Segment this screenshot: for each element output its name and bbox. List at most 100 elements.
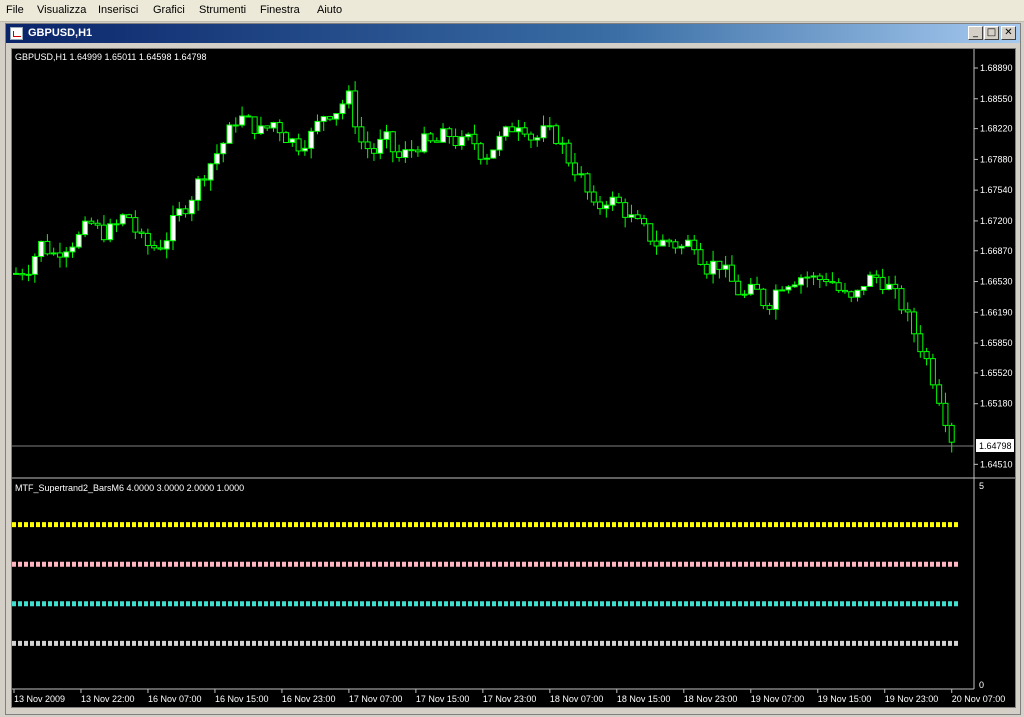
menu-strumenti[interactable]: Strumenti [199, 4, 246, 16]
chart-canvas[interactable]: 1.68890 1.68550 1.68220 1.67880 1.67540 1.672… [12, 49, 1015, 707]
candle-body [917, 333, 924, 353]
title-bar[interactable]: GBPUSD,H1 _ □ ✕ [6, 24, 1020, 43]
candle-body [207, 163, 214, 181]
time-tick-label: 17 Nov 23:00 [483, 694, 537, 704]
candle-body [320, 116, 327, 122]
maximize-button[interactable]: □ [984, 26, 999, 40]
candle-body [402, 149, 409, 158]
candle-body [389, 131, 396, 153]
candle-body [182, 208, 189, 215]
candle-body [414, 149, 421, 153]
candle-body [735, 280, 742, 296]
candle-body [728, 264, 735, 282]
candle-body [25, 273, 32, 276]
candle-body [264, 125, 271, 129]
indicator-panel-label: MTF_Supertrand2_BarsM6 4.0000 3.0000 2.0… [15, 483, 244, 493]
candle-body [213, 153, 220, 165]
candle-body [841, 289, 848, 293]
time-tick-label: 17 Nov 07:00 [349, 694, 403, 704]
candle-body [119, 214, 126, 225]
candle-body [163, 240, 170, 250]
candle-body [697, 249, 704, 265]
price-tick-label: 1.67880 [980, 154, 1013, 164]
candle-body [13, 272, 19, 275]
time-tick-label: 16 Nov 23:00 [282, 694, 336, 704]
close-button[interactable]: ✕ [1001, 26, 1016, 40]
candle-body [609, 196, 616, 206]
candle-body [327, 116, 333, 120]
candle-body [56, 252, 63, 258]
candle-body [559, 142, 566, 145]
indicator-scale-bottom: 0 [979, 680, 984, 690]
candle-body [634, 214, 641, 220]
candle-body [553, 125, 560, 144]
candle-body [339, 103, 346, 115]
candle-body [873, 274, 880, 278]
candle-body [615, 196, 622, 204]
minimize-button[interactable]: _ [968, 26, 983, 40]
main-panel-info: GBPUSD,H1 1.64999 1.65011 1.64598 1.6479… [15, 52, 206, 62]
candle-body [490, 149, 497, 159]
candle-body [722, 264, 729, 270]
candle-body [433, 140, 440, 143]
time-tick-label: 19 Nov 07:00 [751, 694, 805, 704]
candle-body [50, 252, 57, 255]
candle-body [672, 241, 679, 249]
candle-body [885, 283, 892, 290]
candle-body [458, 136, 465, 147]
menu-inserisci[interactable]: Inserisci [98, 4, 138, 16]
candle-body [936, 384, 943, 404]
candle-body [94, 222, 101, 226]
candle-body [597, 201, 604, 210]
candle-body [521, 127, 528, 135]
candle-body [710, 260, 717, 275]
candle-body [471, 133, 478, 145]
candle-body [904, 309, 911, 313]
candle-body [283, 132, 290, 144]
candle-body [691, 239, 698, 251]
candle-body [176, 208, 183, 217]
candle-body [527, 133, 534, 141]
candle-body [816, 275, 823, 281]
time-tick-label: 19 Nov 23:00 [885, 694, 939, 704]
candle-body [82, 220, 89, 236]
menu-finestra[interactable]: Finestra [260, 4, 300, 16]
candle-body [785, 286, 792, 291]
candle-body [132, 217, 139, 233]
candle-body [653, 240, 660, 247]
candle-body [848, 291, 855, 298]
candle-body [408, 149, 415, 152]
price-tick-label: 1.65850 [980, 338, 1013, 348]
candle-body [446, 128, 453, 138]
candle-body [377, 138, 384, 154]
indicator-lines-group [12, 522, 960, 646]
menu-visualizza[interactable]: Visualizza [37, 4, 86, 16]
candle-body [308, 130, 315, 149]
candle-body [19, 273, 26, 276]
candle-body [157, 247, 164, 250]
candle-body [201, 178, 208, 181]
menu-grafici[interactable]: Grafici [153, 4, 185, 16]
price-tick-label: 1.64510 [980, 459, 1013, 469]
candle-body [88, 220, 95, 224]
time-tick-label: 18 Nov 23:00 [684, 694, 738, 704]
candle-body [948, 424, 955, 443]
chart-area[interactable]: 1.68890 1.68550 1.68220 1.67880 1.67540 1.672… [11, 48, 1016, 708]
price-tick-label: 1.66530 [980, 277, 1013, 287]
menu-aiuto[interactable]: Aiuto [317, 4, 342, 16]
candle-body [942, 402, 949, 426]
candle-body [666, 239, 673, 243]
candle-body [760, 288, 767, 307]
candle-body [747, 283, 754, 295]
candle-body [509, 126, 516, 133]
candle-body [741, 293, 748, 296]
candle-body [641, 218, 647, 225]
candle-body [659, 239, 666, 247]
time-tick-label: 17 Nov 15:00 [416, 694, 470, 704]
candle-body [835, 282, 842, 291]
candle-body [923, 351, 930, 360]
menu-file[interactable]: File [6, 4, 24, 16]
candle-body [144, 232, 151, 247]
current-price-label: 1.64798 [979, 441, 1012, 451]
price-tick-label: 1.66190 [980, 307, 1013, 317]
